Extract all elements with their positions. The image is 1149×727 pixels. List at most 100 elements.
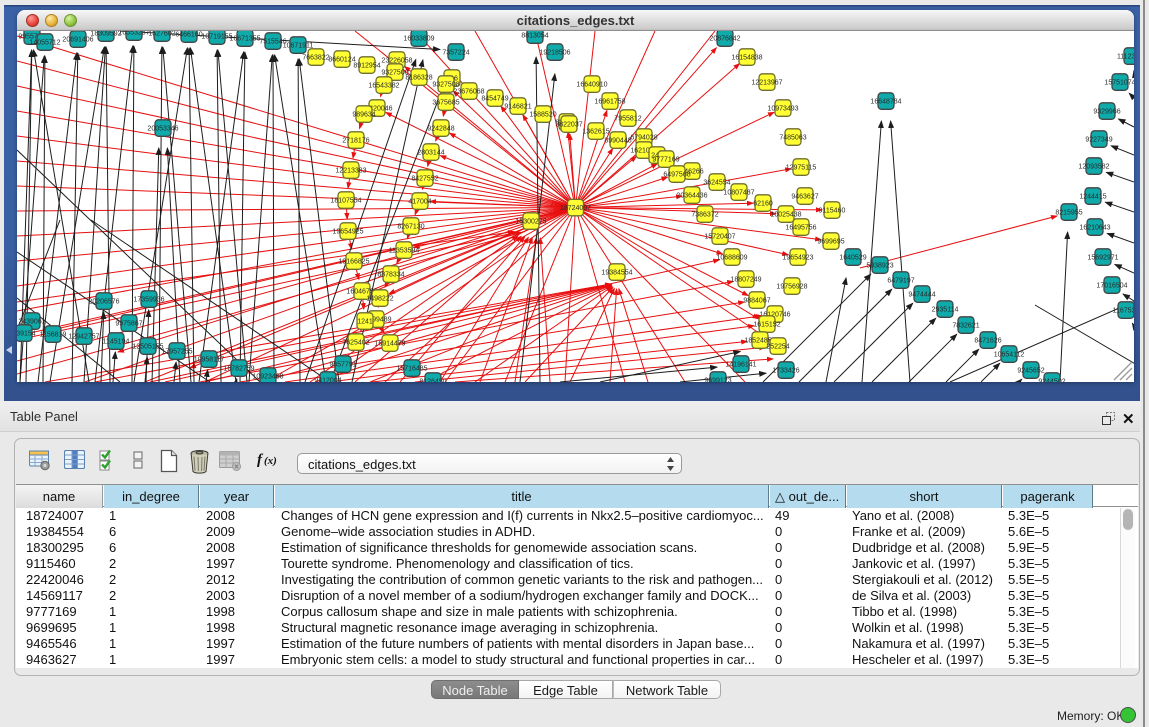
svg-text:7625402: 7625402 <box>342 340 369 347</box>
svg-text:12213967: 12213967 <box>751 80 782 87</box>
svg-text:23676068: 23676068 <box>453 89 484 96</box>
svg-text:1615152: 1615152 <box>753 322 780 329</box>
svg-text:2935114: 2935114 <box>932 307 959 314</box>
svg-text:9463627: 9463627 <box>791 194 818 201</box>
svg-text:15751074: 15751074 <box>1104 80 1134 87</box>
svg-text:19654925: 19654925 <box>332 229 363 236</box>
svg-text:8660124: 8660124 <box>328 57 355 64</box>
svg-text:6497568: 6497568 <box>663 172 690 179</box>
svg-text:10654112: 10654112 <box>994 352 1025 359</box>
svg-text:9699123: 9699123 <box>704 378 731 383</box>
svg-text:1362615: 1362615 <box>582 129 609 136</box>
svg-text:12975115: 12975115 <box>786 165 817 172</box>
svg-text:10923468: 10923468 <box>252 374 283 381</box>
svg-text:989634: 989634 <box>352 112 375 119</box>
svg-text:9975867: 9975867 <box>115 321 142 328</box>
svg-text:16033809: 16033809 <box>403 36 434 43</box>
svg-text:9699695: 9699695 <box>817 239 844 246</box>
svg-text:12942757: 12942757 <box>68 334 99 341</box>
svg-text:7357224: 7357224 <box>442 50 469 57</box>
svg-text:16782759: 16782759 <box>223 366 254 373</box>
svg-text:11353594: 11353594 <box>389 248 420 255</box>
svg-text:19756928: 19756928 <box>776 284 807 291</box>
svg-text:9777169: 9777169 <box>652 157 679 164</box>
svg-text:10719155: 10719155 <box>201 34 232 41</box>
svg-text:8267130: 8267130 <box>397 224 424 231</box>
svg-text:16914479: 16914479 <box>374 341 405 348</box>
svg-text:19218506: 19218506 <box>539 50 570 57</box>
svg-text:7663822: 7663822 <box>302 55 329 62</box>
svg-text:18309592: 18309592 <box>90 31 121 38</box>
svg-text:12505155: 12505155 <box>132 344 163 351</box>
svg-text:7832621: 7832621 <box>952 323 979 330</box>
svg-text:8878334: 8878334 <box>377 272 404 279</box>
svg-text:10958117: 10958117 <box>194 357 225 364</box>
svg-text:8427552: 8427552 <box>411 176 438 183</box>
svg-text:1145194: 1145194 <box>103 339 130 346</box>
svg-text:20053346: 20053346 <box>147 126 178 133</box>
svg-text:10688609: 10688609 <box>716 255 747 262</box>
svg-text:16154838: 16154838 <box>731 55 762 62</box>
svg-text:8813054: 8813054 <box>521 33 548 40</box>
svg-text:14196141: 14196141 <box>725 362 756 369</box>
svg-text:17359936: 17359936 <box>133 297 164 304</box>
svg-text:2718176: 2718176 <box>342 138 369 145</box>
svg-text:3822037: 3822037 <box>555 122 582 129</box>
svg-text:7386372: 7386372 <box>691 212 718 219</box>
svg-text:8454749: 8454749 <box>481 96 508 103</box>
svg-text:18107554: 18107554 <box>330 198 361 205</box>
svg-text:10973493: 10973493 <box>767 106 798 113</box>
svg-text:12093582: 12093582 <box>1078 164 1109 171</box>
svg-text:8990448: 8990448 <box>604 138 631 145</box>
svg-text:1527602: 1527602 <box>148 31 175 38</box>
svg-text:9244502: 9244502 <box>1038 379 1065 383</box>
svg-text:16495756: 16495756 <box>785 225 816 232</box>
svg-text:10025438: 10025438 <box>770 212 801 219</box>
svg-text:417004: 417004 <box>408 199 431 206</box>
svg-text:3675685: 3675685 <box>432 100 459 107</box>
svg-text:20876842: 20876842 <box>709 36 740 43</box>
svg-text:1733426: 1733426 <box>772 368 799 375</box>
svg-text:1588520: 1588520 <box>529 112 556 119</box>
svg-text:939154: 939154 <box>17 331 36 338</box>
svg-text:20691406: 20691406 <box>62 37 93 44</box>
svg-text:20364436: 20364436 <box>676 193 707 200</box>
svg-text:16671355: 16671355 <box>229 36 260 43</box>
svg-text:15720407: 15720407 <box>704 234 735 241</box>
svg-text:20206576: 20206576 <box>88 299 119 306</box>
svg-text:f: f <box>257 452 264 468</box>
svg-text:1640529: 1640529 <box>839 255 866 262</box>
svg-text:15692971: 15692971 <box>1087 255 1118 262</box>
svg-text:17957255: 17957255 <box>161 349 192 356</box>
svg-text:7485063: 7485063 <box>779 135 806 142</box>
svg-text:6794028: 6794028 <box>630 135 657 142</box>
svg-text:9327508: 9327508 <box>432 82 459 89</box>
svg-text:19654923: 19654923 <box>782 255 813 262</box>
svg-text:8912954: 8912954 <box>353 63 380 70</box>
svg-text:16961758: 16961758 <box>594 99 625 106</box>
svg-text:9242848: 9242848 <box>427 126 454 133</box>
svg-text:9329966: 9329966 <box>1093 109 1120 116</box>
svg-text:5938923: 5938923 <box>866 263 893 270</box>
svg-text:18807249: 18807249 <box>730 277 761 284</box>
svg-text:9227349: 9227349 <box>1085 137 1112 144</box>
svg-text:11123448: 11123448 <box>1117 54 1134 61</box>
svg-text:19166825: 19166825 <box>338 259 369 266</box>
svg-text:7955812: 7955812 <box>614 116 641 123</box>
svg-text:8215955: 8215955 <box>1055 210 1082 217</box>
svg-text:1244415: 1244415 <box>1079 194 1106 201</box>
svg-text:10807487: 10807487 <box>723 190 754 197</box>
svg-text:10553287: 10553287 <box>118 31 149 37</box>
svg-text:6466160: 6466160 <box>175 32 202 39</box>
svg-text:9657791: 9657791 <box>329 362 356 369</box>
svg-text:8471626: 8471626 <box>974 338 1001 345</box>
svg-text:1167533: 1167533 <box>1113 308 1134 315</box>
svg-text:3624554: 3624554 <box>703 180 730 187</box>
svg-text:9146821: 9146821 <box>504 104 531 111</box>
svg-text:9245652: 9245652 <box>1017 368 1044 375</box>
svg-text:16648784: 16648784 <box>870 99 901 106</box>
svg-text:8126450: 8126450 <box>419 379 446 383</box>
svg-text:15716485: 15716485 <box>396 366 427 373</box>
svg-text:8186328: 8186328 <box>405 75 432 82</box>
svg-text:9115460: 9115460 <box>819 208 846 215</box>
